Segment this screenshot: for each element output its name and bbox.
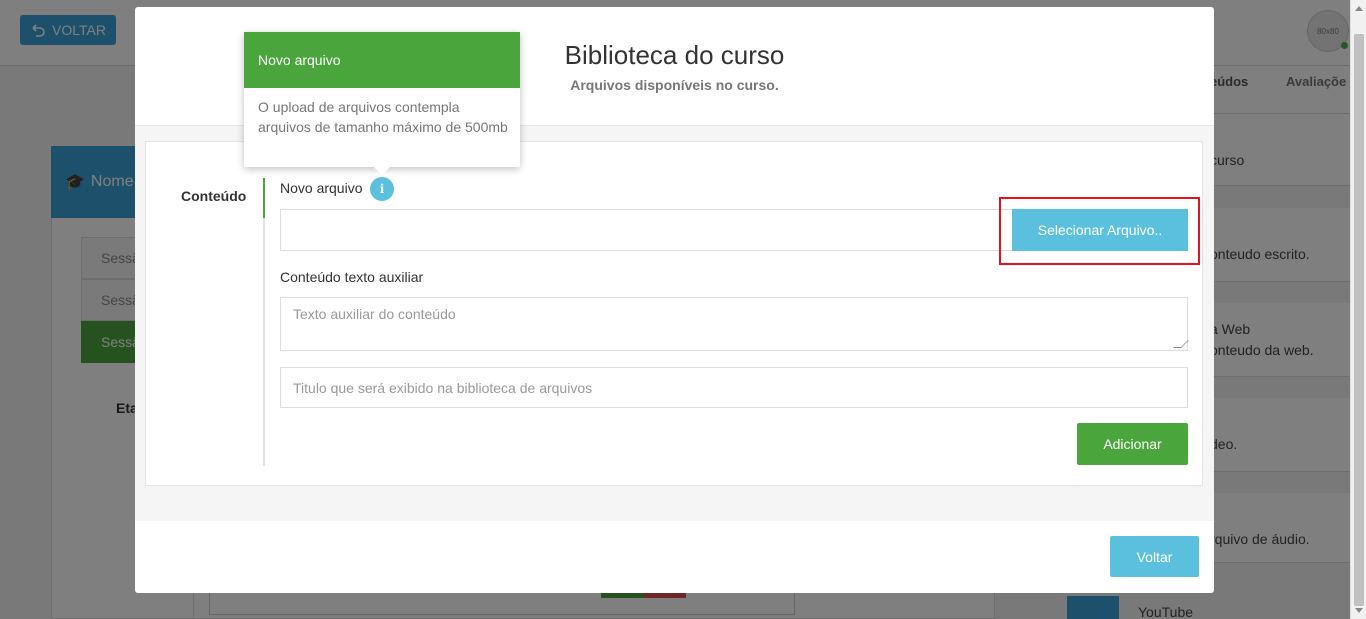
library-title-placeholder: Titulo que será exibido na biblioteca de…	[293, 379, 593, 396]
scroll-down-icon[interactable]	[1355, 608, 1363, 613]
popover-content: O upload de arquivos contempla arquivos …	[258, 99, 508, 135]
modal-back-button[interactable]: Voltar	[1110, 536, 1199, 577]
scrollbar-thumb[interactable]	[1354, 34, 1364, 606]
scroll-up-icon[interactable]	[1355, 6, 1363, 11]
info-icon[interactable]: i	[370, 177, 394, 201]
aux-text-placeholder: Texto auxiliar do conteúdo	[293, 306, 456, 322]
highlight-box	[999, 197, 1200, 265]
aux-text-textarea[interactable]: Texto auxiliar do conteúdo	[280, 297, 1189, 351]
section-divider	[263, 178, 265, 466]
resize-handle-icon[interactable]	[1173, 340, 1189, 348]
new-file-label: Novo arquivo	[280, 180, 363, 196]
library-title-input[interactable]: Titulo que será exibido na biblioteca de…	[280, 367, 1188, 408]
modal-body: Conteúdo Novo arquivo i Selecionar Arqui…	[135, 126, 1214, 521]
popover-title: Novo arquivo	[244, 32, 520, 88]
info-popover: Novo arquivo O upload de arquivos contem…	[244, 32, 520, 175]
aux-text-label: Conteúdo texto auxiliar	[280, 269, 424, 285]
active-indicator	[263, 178, 265, 218]
add-button[interactable]: Adicionar	[1077, 423, 1188, 465]
content-form-panel: Conteúdo Novo arquivo i Selecionar Arqui…	[145, 141, 1203, 486]
content-section-label: Conteúdo	[181, 188, 247, 204]
page-scrollbar[interactable]	[1350, 0, 1366, 619]
popover-arrow	[373, 166, 391, 175]
